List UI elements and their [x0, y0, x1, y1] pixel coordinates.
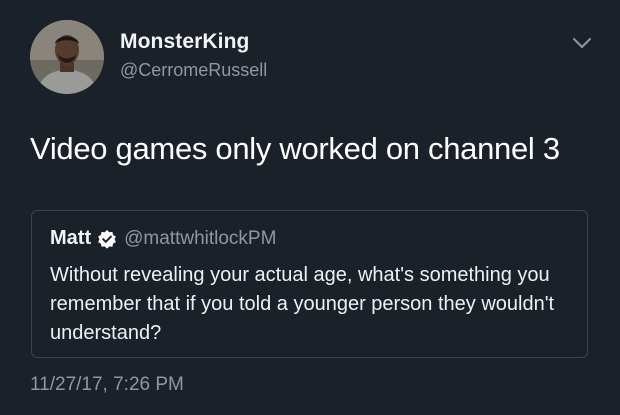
tweet-text: Video games only worked on channel 3 [30, 131, 560, 166]
avatar[interactable] [30, 20, 104, 94]
author-handle[interactable]: @CerromeRussell [120, 60, 267, 81]
tweet-card: MonsterKing @CerromeRussell Video games … [0, 0, 620, 415]
verified-badge-icon [97, 229, 117, 249]
avatar-image [30, 20, 104, 94]
quoted-author-handle[interactable]: @mattwhitlockPM [124, 228, 276, 250]
quoted-author-name[interactable]: Matt [50, 227, 91, 250]
author-name[interactable]: MonsterKing [120, 30, 249, 54]
chevron-down-icon[interactable] [572, 36, 592, 50]
tweet-timestamp[interactable]: 11/27/17, 7:26 PM [30, 374, 184, 396]
quoted-tweet[interactable]: Matt @mattwhitlockPM Without revealing y… [31, 210, 588, 358]
quoted-tweet-text: Without revealing your actual age, what'… [50, 264, 555, 344]
quoted-tweet-header: Matt @mattwhitlockPM [50, 227, 276, 250]
